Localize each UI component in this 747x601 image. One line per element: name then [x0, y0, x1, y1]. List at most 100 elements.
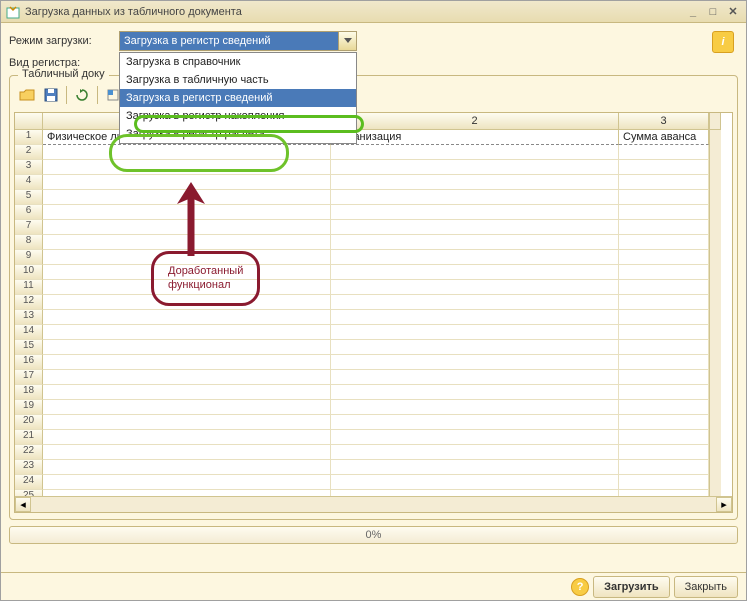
dropdown-item-catalog[interactable]: Загрузка в справочник — [120, 53, 356, 71]
cell[interactable] — [619, 235, 709, 250]
cell[interactable] — [43, 415, 331, 430]
scroll-left-icon[interactable]: ◂ — [15, 497, 31, 512]
cell[interactable] — [619, 355, 709, 370]
row-header[interactable]: 8 — [15, 235, 43, 250]
cell[interactable] — [619, 250, 709, 265]
row-header[interactable]: 12 — [15, 295, 43, 310]
row-header[interactable]: 17 — [15, 370, 43, 385]
cell[interactable] — [43, 295, 331, 310]
cell[interactable] — [619, 190, 709, 205]
row-header[interactable]: 5 — [15, 190, 43, 205]
tab-label[interactable]: Табличный доку — [18, 68, 109, 80]
cell[interactable] — [43, 205, 331, 220]
cell[interactable] — [43, 280, 331, 295]
help-icon[interactable]: ? — [571, 578, 589, 596]
vscroll[interactable] — [709, 220, 721, 235]
cell[interactable] — [619, 205, 709, 220]
horizontal-scrollbar[interactable]: ◂ ▸ — [15, 496, 732, 512]
minimize-button[interactable]: _ — [684, 4, 702, 20]
row-header[interactable]: 14 — [15, 325, 43, 340]
row-header[interactable]: 21 — [15, 430, 43, 445]
cell[interactable] — [619, 325, 709, 340]
mode-combobox[interactable]: Загрузка в регистр сведений Загрузка в с… — [119, 31, 357, 51]
save-button[interactable] — [40, 84, 62, 106]
cell[interactable] — [43, 250, 331, 265]
subheader-amount[interactable]: Сумма аванса — [619, 130, 709, 145]
cell[interactable] — [43, 235, 331, 250]
row-header[interactable]: 23 — [15, 460, 43, 475]
row-header[interactable]: 6 — [15, 205, 43, 220]
cell[interactable] — [43, 190, 331, 205]
cell[interactable] — [619, 385, 709, 400]
row-header[interactable]: 13 — [15, 310, 43, 325]
row-header[interactable]: 2 — [15, 145, 43, 160]
vscroll[interactable] — [709, 415, 721, 430]
cell[interactable] — [331, 415, 619, 430]
vscroll[interactable] — [709, 250, 721, 265]
cell[interactable] — [43, 310, 331, 325]
vscroll[interactable] — [709, 235, 721, 250]
maximize-button[interactable]: □ — [704, 4, 722, 20]
vscroll[interactable] — [709, 205, 721, 220]
close-button[interactable]: ✕ — [724, 4, 742, 20]
cell[interactable] — [43, 160, 331, 175]
vscroll[interactable] — [709, 400, 721, 415]
cell[interactable] — [619, 370, 709, 385]
cell[interactable] — [619, 145, 709, 160]
cell[interactable] — [43, 400, 331, 415]
row-header[interactable]: 1 — [15, 130, 43, 145]
row-header[interactable]: 24 — [15, 475, 43, 490]
cell[interactable] — [619, 280, 709, 295]
cell[interactable] — [331, 340, 619, 355]
vscroll[interactable] — [709, 325, 721, 340]
cell[interactable] — [43, 475, 331, 490]
vscroll[interactable] — [709, 310, 721, 325]
cell[interactable] — [43, 430, 331, 445]
cell[interactable] — [331, 445, 619, 460]
cell[interactable] — [331, 235, 619, 250]
cell[interactable] — [331, 250, 619, 265]
cell[interactable] — [619, 340, 709, 355]
subheader-org[interactable]: Организация — [331, 130, 619, 145]
cell[interactable] — [331, 280, 619, 295]
vscroll[interactable] — [709, 130, 721, 145]
cell[interactable] — [619, 430, 709, 445]
vscroll[interactable] — [709, 265, 721, 280]
cell[interactable] — [331, 175, 619, 190]
cell[interactable] — [619, 445, 709, 460]
cell[interactable] — [331, 475, 619, 490]
row-header[interactable]: 22 — [15, 445, 43, 460]
vscroll[interactable] — [709, 430, 721, 445]
cell[interactable] — [331, 355, 619, 370]
cell[interactable] — [331, 190, 619, 205]
cell[interactable] — [331, 220, 619, 235]
cell[interactable] — [619, 295, 709, 310]
load-button[interactable]: Загрузить — [593, 576, 670, 598]
refresh-button[interactable] — [71, 84, 93, 106]
vscroll[interactable] — [709, 475, 721, 490]
cell[interactable] — [331, 325, 619, 340]
info-icon[interactable]: i — [712, 31, 734, 53]
dropdown-item-tabular[interactable]: Загрузка в табличную часть — [120, 71, 356, 89]
cell[interactable] — [619, 415, 709, 430]
cell[interactable] — [619, 175, 709, 190]
cell[interactable] — [331, 430, 619, 445]
cell[interactable] — [619, 265, 709, 280]
vscroll[interactable] — [709, 370, 721, 385]
vscroll[interactable] — [709, 190, 721, 205]
cell[interactable] — [619, 310, 709, 325]
row-header[interactable]: 16 — [15, 355, 43, 370]
dropdown-item-calc-register[interactable]: Загрузка в регистр расчета — [120, 125, 356, 143]
vscroll[interactable] — [709, 355, 721, 370]
row-header[interactable]: 10 — [15, 265, 43, 280]
row-header[interactable]: 19 — [15, 400, 43, 415]
dropdown-item-accum-register[interactable]: Загрузка в регистр накопления — [120, 107, 356, 125]
cell[interactable] — [331, 265, 619, 280]
cell[interactable] — [331, 205, 619, 220]
row-header[interactable]: 11 — [15, 280, 43, 295]
row-header[interactable]: 4 — [15, 175, 43, 190]
vscroll[interactable] — [709, 280, 721, 295]
cell[interactable] — [43, 220, 331, 235]
chevron-down-icon[interactable] — [338, 32, 356, 50]
vscroll[interactable] — [709, 175, 721, 190]
